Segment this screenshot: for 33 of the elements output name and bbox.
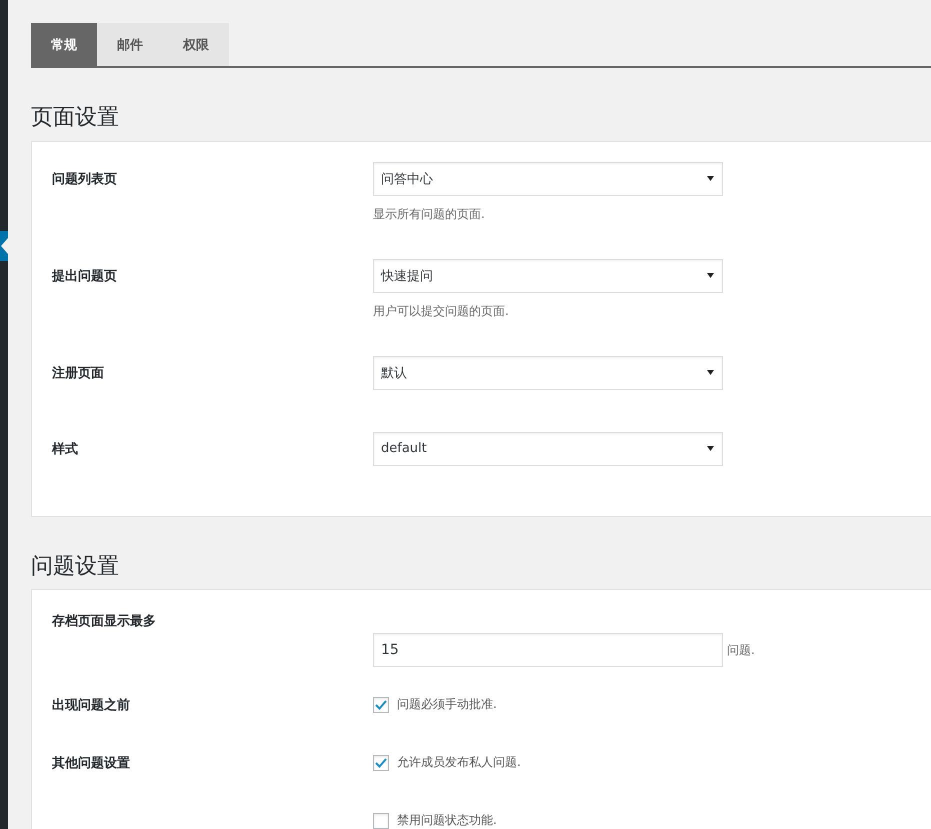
field-description: 用户可以提交问题的页面. bbox=[373, 302, 510, 320]
setting-label: 其他问题设置 bbox=[52, 755, 131, 774]
caret-icon bbox=[707, 176, 714, 182]
setting-label: 存档页面显示最多 bbox=[52, 613, 157, 632]
caret-icon bbox=[707, 273, 714, 278]
dropdown[interactable]: 快速提问 bbox=[373, 258, 723, 293]
setting-label: 注册页面 bbox=[52, 364, 105, 383]
field-description: 显示所有问题的页面. bbox=[373, 206, 486, 223]
setting-label: 问题列表页 bbox=[52, 170, 118, 189]
checkbox[interactable] bbox=[373, 754, 389, 771]
checkbox-label: 允许成员发布私人问题. bbox=[397, 754, 521, 772]
dropdown[interactable]: 问答中心 bbox=[373, 162, 723, 196]
tab[interactable]: 常规 bbox=[31, 23, 97, 66]
checkmark-icon bbox=[375, 758, 387, 768]
dropdown[interactable]: default bbox=[373, 432, 723, 466]
number-field[interactable]: 15 bbox=[373, 633, 723, 668]
caret-icon bbox=[707, 446, 714, 452]
checkbox[interactable] bbox=[373, 696, 389, 713]
section-heading: 页面设置 bbox=[31, 104, 120, 132]
dropdown[interactable]: 默认 bbox=[373, 356, 723, 390]
tab[interactable]: 邮件 bbox=[97, 23, 163, 66]
caret-icon bbox=[707, 370, 714, 376]
checkbox-label: 问题必须手动批准. bbox=[397, 696, 497, 714]
current-menu-marker-icon bbox=[0, 231, 8, 261]
tab[interactable]: 权限 bbox=[163, 23, 229, 66]
checkbox[interactable] bbox=[373, 812, 389, 829]
setting-label: 出现问题之前 bbox=[52, 696, 131, 716]
checkbox-label: 禁用问题状态功能. bbox=[397, 812, 497, 829]
checkmark-icon bbox=[375, 700, 387, 710]
setting-label: 提出问题页 bbox=[52, 268, 118, 286]
setting-label: 样式 bbox=[52, 440, 79, 459]
field-suffix: 问题. bbox=[727, 642, 755, 659]
section-heading: 问题设置 bbox=[31, 552, 120, 581]
